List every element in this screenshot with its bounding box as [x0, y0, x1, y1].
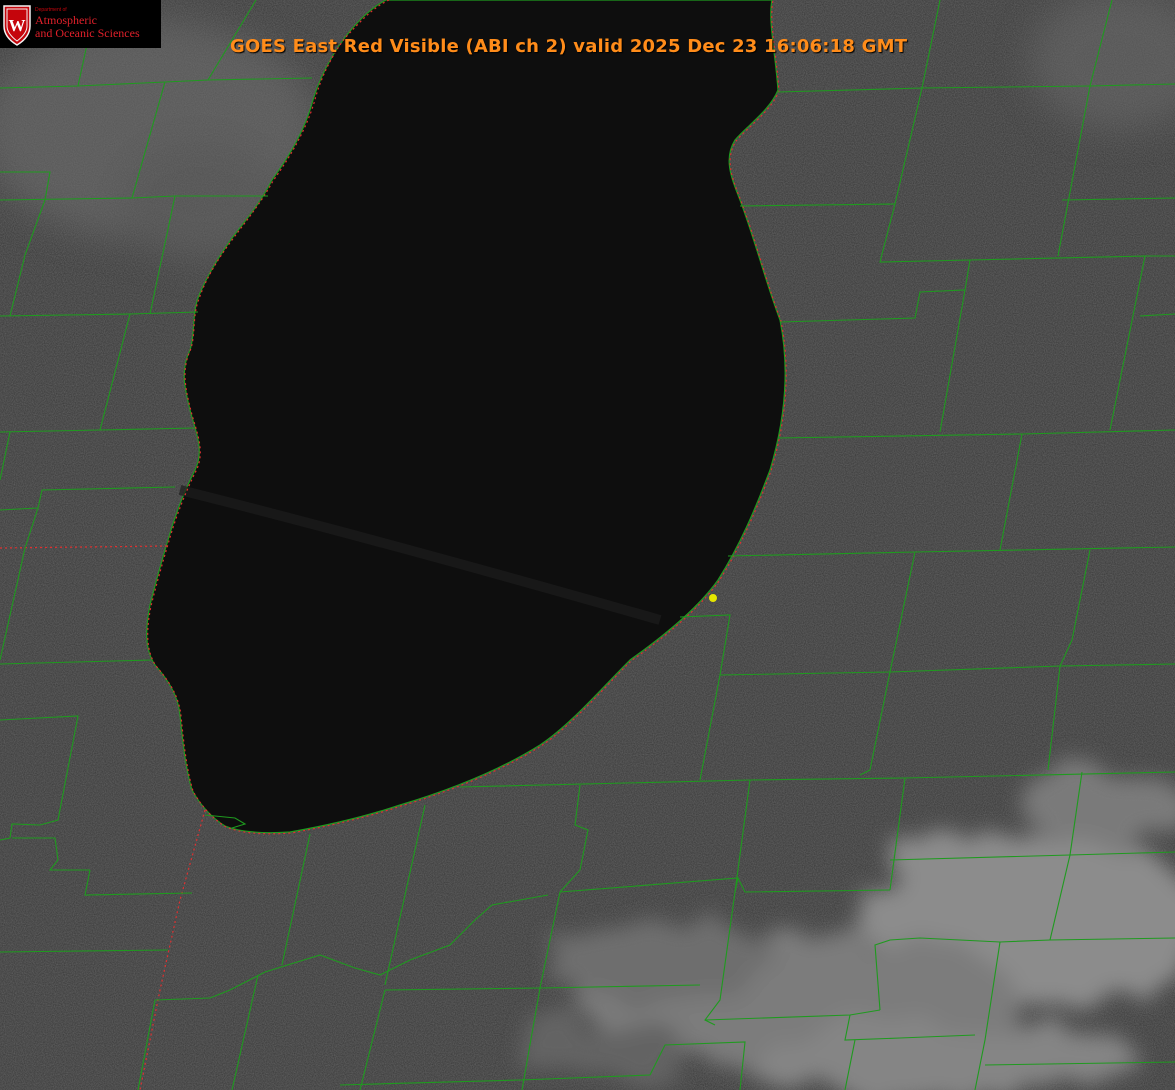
satellite-map[interactable]: [0, 0, 1175, 1090]
logo-name-line2: and Oceanic Sciences: [35, 26, 140, 40]
logo-text: Department of Atmospheric and Oceanic Sc…: [35, 8, 140, 40]
yellow-dot-icon[interactable]: [709, 594, 717, 602]
uw-crest-icon: W: [3, 5, 31, 46]
uw-aos-logo[interactable]: W Department of Atmospheric and Oceanic …: [0, 0, 161, 48]
image-title: GOES East Red Visible (ABI ch 2) valid 2…: [230, 36, 908, 57]
crest-letter: W: [9, 16, 26, 35]
